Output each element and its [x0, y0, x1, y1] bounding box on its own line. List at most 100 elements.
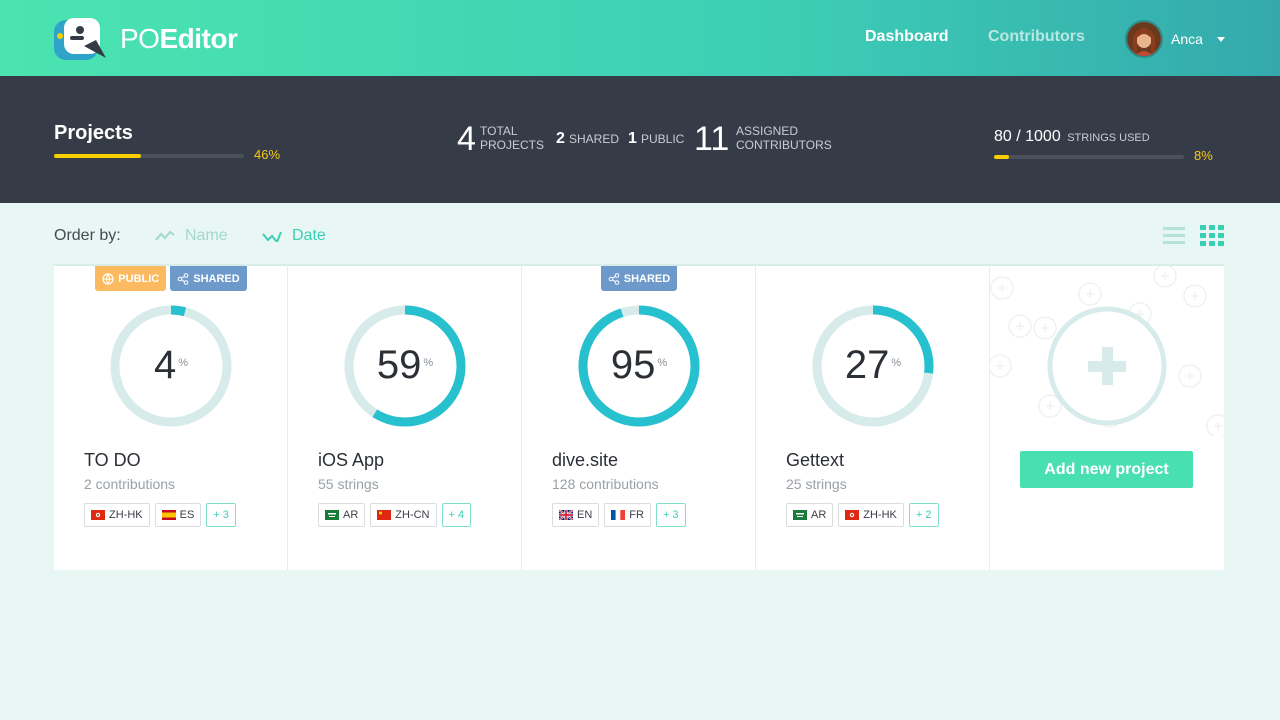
contributors-label-line2: CONTRIBUTORS [736, 138, 832, 152]
project-card-0[interactable]: PUBLIC SHARED 4% TO DO 2 contributions ZH… [54, 266, 288, 570]
chevron-down-icon [1216, 36, 1225, 42]
strings-progress-fill [994, 155, 1010, 159]
es-flag-icon [161, 510, 176, 520]
language-tag[interactable]: FR [604, 503, 651, 527]
project-name[interactable]: TO DO [84, 450, 141, 471]
language-code: EN [577, 509, 593, 521]
project-badges: PUBLIC SHARED [54, 266, 288, 291]
strings-used-label: STRINGS USED [1067, 132, 1150, 144]
grid-view-icon[interactable] [1200, 224, 1224, 251]
fr-flag-icon [611, 510, 626, 520]
strings-percent: 8% [1194, 148, 1213, 163]
sort-by-date[interactable]: Date [262, 227, 326, 245]
projects-percent: 46% [254, 147, 281, 162]
progress-ring: 4% [110, 305, 232, 427]
project-card-1[interactable]: 59% iOS App 55 strings AR ZH-CN + 4 [288, 266, 522, 570]
user-menu[interactable]: Anca [1125, 20, 1225, 58]
language-code: ES [179, 509, 195, 521]
project-badges: SHARED [522, 266, 756, 291]
language-tag[interactable]: ES [154, 503, 202, 527]
sort-trend-icon [155, 230, 175, 241]
hk-flag-icon [91, 510, 105, 520]
total-projects-count: 4 [457, 120, 476, 158]
percent-sign: % [891, 357, 902, 369]
total-projects-label-line2: PROJECTS [480, 138, 545, 152]
progress-ring: 59% [344, 305, 466, 427]
globe-icon [102, 272, 114, 285]
order-by-label: Order by: [54, 227, 121, 244]
language-code: FR [629, 509, 644, 521]
strings-used-value: 80 / 1000 [994, 128, 1061, 145]
total-projects-label: TOTAL PROJECTS [480, 124, 544, 152]
logo-text-editor: Editor [159, 23, 238, 54]
more-languages-button[interactable]: + 3 [206, 503, 236, 527]
badge-label: PUBLIC [118, 272, 160, 285]
stats-bar: Projects 46% 4 TOTAL PROJECTS 2 SHARED 1 … [0, 76, 1280, 203]
project-subtitle: 2 contributions [84, 476, 176, 492]
logo-text-po: PO [120, 23, 160, 54]
shared-badge: SHARED [170, 266, 247, 291]
language-code: ZH-HK [863, 509, 897, 521]
nav-contributors[interactable]: Contributors [988, 28, 1085, 46]
projects-progress-fill [54, 154, 142, 158]
more-languages-button[interactable]: + 4 [441, 503, 472, 527]
share-icon [177, 272, 189, 285]
project-subtitle: 55 strings [318, 476, 379, 492]
add-project-card[interactable]: Add new project [990, 266, 1224, 570]
language-tag[interactable]: EN [552, 503, 600, 527]
progress-value: 59 [376, 343, 422, 387]
progress-percent: 95% [578, 343, 700, 388]
project-name[interactable]: dive.site [552, 450, 618, 471]
contributors-label-line1: ASSIGNED [736, 124, 799, 138]
logo[interactable]: POEditor [54, 18, 238, 60]
project-name[interactable]: iOS App [318, 450, 384, 471]
language-tag[interactable]: ZH-HK [84, 503, 150, 527]
public-count: 1 [628, 130, 637, 147]
badge-label: SHARED [623, 272, 671, 285]
project-subtitle: 128 contributions [552, 476, 659, 492]
language-tag[interactable]: ZH-CN [370, 503, 437, 527]
plus-icon [1047, 306, 1167, 426]
nav-dashboard[interactable]: Dashboard [865, 28, 949, 46]
percent-sign: % [657, 357, 668, 369]
shared-badge: SHARED [600, 266, 678, 291]
project-card-2[interactable]: SHARED 95% dive.site 128 contributions E… [522, 266, 756, 570]
project-languages: AR ZH-CN + 4 [318, 503, 472, 527]
public-label: PUBLIC [641, 132, 685, 146]
sort-trend-icon [262, 231, 282, 242]
add-new-project-button[interactable]: Add new project [1020, 451, 1193, 488]
progress-percent: 59% [344, 343, 466, 388]
language-code: ZH-CN [395, 509, 430, 521]
project-languages: EN FR + 3 [552, 503, 686, 527]
more-languages-button[interactable]: + 2 [908, 503, 939, 527]
poeditor-logo-icon [54, 18, 108, 60]
language-tag[interactable]: AR [318, 503, 366, 527]
project-languages: AR ZH-HK + 2 [786, 503, 939, 527]
progress-value: 4 [153, 343, 177, 387]
add-project-ring[interactable] [1046, 305, 1168, 427]
language-tag[interactable]: AR [786, 503, 834, 527]
progress-value: 27 [844, 343, 890, 387]
project-subtitle: 25 strings [786, 476, 847, 492]
contributors-count: 11 [694, 120, 730, 158]
user-name: Anca [1171, 31, 1203, 47]
progress-percent: 27% [812, 343, 934, 388]
cn-flag-icon [377, 510, 392, 520]
projects-progress-bar [54, 154, 244, 158]
sort-by-name[interactable]: Name [155, 227, 228, 245]
sort-by-name-label: Name [185, 227, 228, 244]
shared-count: 2 [556, 130, 565, 147]
progress-ring: 27% [812, 305, 934, 427]
percent-sign: % [423, 357, 434, 369]
language-code: AR [343, 509, 359, 521]
project-card-3[interactable]: 27% Gettext 25 strings AR ZH-HK + 2 [756, 266, 990, 570]
progress-ring: 95% [578, 305, 700, 427]
sa-flag-icon [325, 510, 339, 520]
progress-percent: 4% [110, 343, 232, 388]
more-languages-button[interactable]: + 3 [655, 503, 686, 527]
language-tag[interactable]: ZH-HK [838, 503, 904, 527]
project-name[interactable]: Gettext [786, 450, 844, 471]
language-code: ZH-HK [109, 509, 143, 521]
list-view-icon[interactable] [1163, 224, 1185, 251]
strings-progress-bar [994, 155, 1184, 159]
